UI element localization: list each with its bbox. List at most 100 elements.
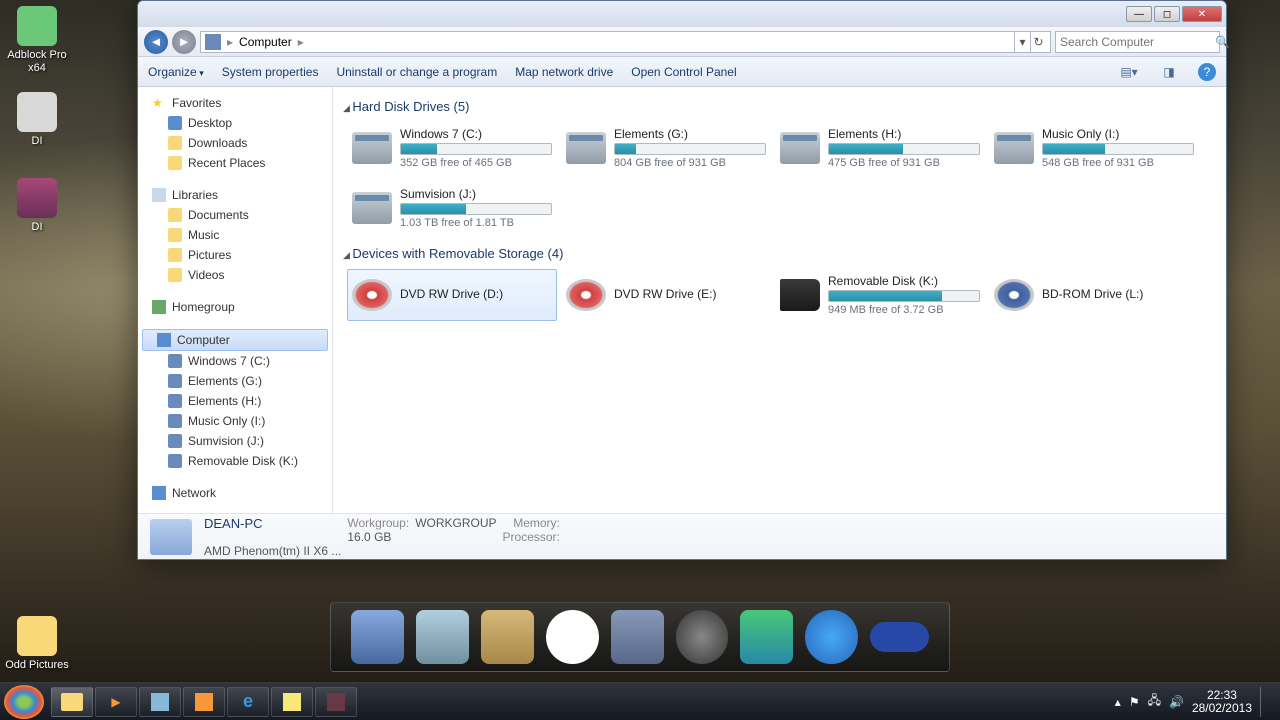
breadcrumb-dropdown[interactable]: ▾ bbox=[1014, 32, 1030, 52]
taskbar-app1[interactable] bbox=[139, 687, 181, 717]
sidebar-item-music[interactable]: Music bbox=[138, 225, 332, 245]
clock[interactable]: 22:33 28/02/2013 bbox=[1192, 689, 1252, 715]
uninstall-button[interactable]: Uninstall or change a program bbox=[336, 65, 497, 79]
sidebar-network-head[interactable]: Network bbox=[138, 483, 332, 503]
capacity-bar bbox=[400, 203, 552, 215]
desktop-icon-odd-pictures[interactable]: Odd Pictures bbox=[2, 616, 72, 672]
organize-menu[interactable]: Organize bbox=[148, 65, 204, 79]
hdd-icon bbox=[994, 132, 1034, 164]
taskbar-ie[interactable]: e bbox=[227, 687, 269, 717]
sidebar-computer-head[interactable]: Computer bbox=[142, 329, 328, 351]
dock-item-gamepad[interactable] bbox=[611, 610, 664, 664]
usb-icon bbox=[780, 279, 820, 311]
taskbar-notes[interactable] bbox=[271, 687, 313, 717]
drive-1[interactable]: Elements (G:)804 GB free of 931 GB bbox=[561, 122, 771, 174]
removable-1[interactable]: DVD RW Drive (E:) bbox=[561, 269, 771, 321]
taskbar-app3[interactable] bbox=[315, 687, 357, 717]
desktop-icon-adblock[interactable]: Adblock Pro x64 bbox=[2, 6, 72, 75]
dock-item-goggles[interactable] bbox=[870, 622, 929, 652]
drive-2[interactable]: Elements (H:)475 GB free of 931 GB bbox=[775, 122, 985, 174]
drive-free: 548 GB free of 931 GB bbox=[1042, 157, 1194, 169]
minimize-button[interactable]: — bbox=[1126, 6, 1152, 22]
dock-item-broom[interactable] bbox=[481, 610, 534, 664]
sidebar-item-videos[interactable]: Videos bbox=[138, 265, 332, 285]
sidebar: ★Favorites Desktop Downloads Recent Plac… bbox=[138, 87, 333, 513]
dock-item-thunder[interactable] bbox=[805, 610, 858, 664]
drive-free: 1.03 TB free of 1.81 TB bbox=[400, 217, 552, 229]
map-drive-button[interactable]: Map network drive bbox=[515, 65, 613, 79]
drive-3[interactable]: Music Only (I:) 548 GB free of 931 GB bbox=[989, 122, 1199, 174]
sidebar-libraries-head[interactable]: Libraries bbox=[138, 185, 332, 205]
drive-name: Music Only (I:) bbox=[1042, 127, 1194, 141]
dock-item-recycle[interactable] bbox=[416, 610, 469, 664]
drive-name: DVD RW Drive (E:) bbox=[614, 287, 766, 301]
sidebar-item-downloads[interactable]: Downloads bbox=[138, 133, 332, 153]
hdd-icon bbox=[352, 192, 392, 224]
drive-0[interactable]: Windows 7 (C:)352 GB free of 465 GB bbox=[347, 122, 557, 174]
drive-free: 352 GB free of 465 GB bbox=[400, 157, 552, 169]
preview-pane-button[interactable]: ◨ bbox=[1158, 61, 1180, 83]
sidebar-item-k[interactable]: Removable Disk (K:) bbox=[138, 451, 332, 471]
optical-icon bbox=[352, 279, 392, 311]
removable-2[interactable]: Removable Disk (K:)949 MB free of 3.72 G… bbox=[775, 269, 985, 321]
drive-name: DVD RW Drive (D:) bbox=[400, 287, 552, 301]
tray-arrow-icon[interactable]: ▴ bbox=[1115, 695, 1121, 709]
sidebar-item-j[interactable]: Sumvision (J:) bbox=[138, 431, 332, 451]
breadcrumb[interactable]: ▸ Computer ▸ ▾↻ bbox=[200, 31, 1051, 53]
section-removable-head[interactable]: Devices with Removable Storage (4) bbox=[343, 246, 1216, 261]
removable-0[interactable]: DVD RW Drive (D:) bbox=[347, 269, 557, 321]
taskbar-wmp[interactable]: ▶ bbox=[95, 687, 137, 717]
ie-icon: e bbox=[243, 691, 253, 712]
dock bbox=[330, 602, 950, 672]
drive-free: 804 GB free of 931 GB bbox=[614, 157, 766, 169]
dock-item-panda[interactable] bbox=[546, 610, 599, 664]
volume-icon[interactable]: 🔊 bbox=[1169, 695, 1184, 709]
breadcrumb-refresh[interactable]: ↻ bbox=[1030, 32, 1046, 52]
help-button[interactable]: ? bbox=[1198, 63, 1216, 81]
back-button[interactable]: ◄ bbox=[144, 30, 168, 54]
navbar: ◄ ► ▸ Computer ▸ ▾↻ 🔍 bbox=[138, 27, 1226, 57]
taskbar-explorer[interactable] bbox=[51, 687, 93, 717]
desktop-icon-di1[interactable]: DI bbox=[2, 92, 72, 148]
maximize-button[interactable]: ◻ bbox=[1154, 6, 1180, 22]
sidebar-item-i[interactable]: Music Only (I:) bbox=[138, 411, 332, 431]
section-hdd-head[interactable]: Hard Disk Drives (5) bbox=[343, 99, 1216, 114]
show-desktop-button[interactable] bbox=[1260, 687, 1268, 717]
view-mode-button[interactable]: ▤▾ bbox=[1118, 61, 1140, 83]
app-icon bbox=[327, 693, 345, 711]
dock-item-film[interactable] bbox=[676, 610, 729, 664]
search-input[interactable] bbox=[1060, 35, 1215, 49]
drive-name: BD-ROM Drive (L:) bbox=[1042, 287, 1194, 301]
system-tray[interactable]: ▴ ⚑ 🖧 🔊 22:33 28/02/2013 bbox=[1107, 687, 1276, 717]
system-properties-button[interactable]: System properties bbox=[222, 65, 319, 79]
flag-icon[interactable]: ⚑ bbox=[1129, 695, 1140, 709]
sidebar-item-h[interactable]: Elements (H:) bbox=[138, 391, 332, 411]
sidebar-item-pictures[interactable]: Pictures bbox=[138, 245, 332, 265]
sidebar-item-g[interactable]: Elements (G:) bbox=[138, 371, 332, 391]
breadcrumb-computer[interactable]: Computer bbox=[235, 35, 296, 49]
dock-item-download[interactable] bbox=[740, 610, 793, 664]
close-button[interactable]: ✕ bbox=[1182, 6, 1222, 22]
folder-icon bbox=[61, 693, 83, 711]
main-pane: Hard Disk Drives (5) Windows 7 (C:)352 G… bbox=[333, 87, 1226, 513]
desktop-icon-di2[interactable]: DI bbox=[2, 178, 72, 234]
hdd-icon bbox=[566, 132, 606, 164]
taskbar-app2[interactable] bbox=[183, 687, 225, 717]
network-icon[interactable]: 🖧 bbox=[1148, 691, 1161, 712]
removable-3[interactable]: BD-ROM Drive (L:) bbox=[989, 269, 1199, 321]
drive-4[interactable]: Sumvision (J:)1.03 TB free of 1.81 TB bbox=[347, 182, 557, 234]
titlebar[interactable]: — ◻ ✕ bbox=[138, 1, 1226, 27]
bd-icon bbox=[994, 279, 1034, 311]
control-panel-button[interactable]: Open Control Panel bbox=[631, 65, 736, 79]
sidebar-item-documents[interactable]: Documents bbox=[138, 205, 332, 225]
capacity-bar bbox=[828, 290, 980, 302]
sidebar-item-desktop[interactable]: Desktop bbox=[138, 113, 332, 133]
sidebar-item-recent[interactable]: Recent Places bbox=[138, 153, 332, 173]
forward-button[interactable]: ► bbox=[172, 30, 196, 54]
sidebar-homegroup-head[interactable]: Homegroup bbox=[138, 297, 332, 317]
search-box[interactable]: 🔍 bbox=[1055, 31, 1220, 53]
sidebar-favorites-head[interactable]: ★Favorites bbox=[138, 93, 332, 113]
dock-item-computer[interactable] bbox=[351, 610, 404, 664]
sidebar-item-c[interactable]: Windows 7 (C:) bbox=[138, 351, 332, 371]
start-button[interactable] bbox=[4, 685, 44, 719]
